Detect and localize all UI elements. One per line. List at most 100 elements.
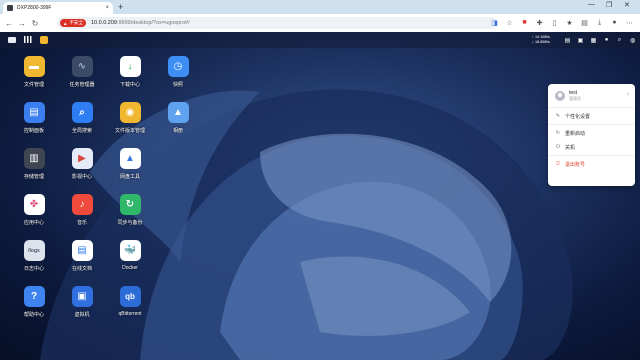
user-profile[interactable]: test 管理员 › [548, 84, 635, 106]
desktop-app[interactable]: ✤ 应用中心 [10, 192, 58, 238]
show-desktop-icon[interactable] [8, 37, 16, 43]
download-speed: ↓ 18.86B/s [532, 40, 550, 44]
menu-item-label: 关机 [565, 144, 576, 151]
app-label: 帮助中心 [23, 312, 44, 318]
address-bar[interactable]: ▲ 不安全 10.0.0.209 :9999/desktop/?os=ugosp… [57, 17, 497, 29]
minimize-button[interactable]: — [588, 1, 595, 8]
desktop-app[interactable]: ♪ 音乐 [58, 192, 106, 238]
desktop-app[interactable]: ▤ 控制面板 [10, 100, 58, 146]
empty-slot [154, 146, 202, 192]
user-role: 管理员 [569, 96, 581, 101]
desktop-app[interactable]: ∿ 任务管理器 [58, 54, 106, 100]
maximize-button[interactable]: ❐ [606, 1, 612, 9]
extensions-puzzle-icon[interactable]: ✚ [535, 18, 544, 27]
close-window-button[interactable]: ✕ [624, 1, 630, 9]
divider [548, 155, 635, 156]
warning-icon: ▲ [63, 20, 68, 26]
avatar [555, 91, 565, 101]
desktop-app[interactable]: ⌕ 全局搜索 [58, 100, 106, 146]
profile-icon[interactable]: ● [610, 18, 619, 27]
user-menu: test 管理员 › ✎ 个性化设置 ↻ 重新启动 ⏻ 关机 ⎋ 退出账号 [548, 84, 635, 186]
film-icon: ▶ [71, 148, 93, 169]
browser-tab[interactable]: DXP2800-399F × [3, 2, 113, 14]
document-icon: ▤ [71, 240, 93, 261]
app-label: 快照 [172, 82, 183, 88]
menu-item-label: 重新启动 [565, 130, 586, 137]
new-tab-button[interactable]: + [118, 2, 123, 12]
app-label: qBittorrent [118, 311, 142, 317]
extension-icon[interactable]: ■ [520, 18, 529, 27]
app-grid-icon[interactable] [24, 36, 32, 43]
restart-icon: ↻ [555, 130, 561, 136]
desktop-app[interactable]: ▲ 相册 [154, 100, 202, 146]
user-avatar-icon[interactable]: ◍ [629, 36, 636, 44]
bookmark-star-icon[interactable]: ☆ [505, 18, 514, 27]
app-label: 存储管理 [23, 174, 44, 180]
desktop-app[interactable]: ? 帮助中心 [10, 284, 58, 330]
storage-icon: ▥ [23, 148, 45, 169]
help-icon: ? [23, 286, 45, 307]
close-tab-icon[interactable]: × [105, 5, 109, 11]
nas-favicon [7, 5, 13, 11]
widgets-icon[interactable]: ▦ [590, 36, 597, 44]
desktop-app[interactable]: ▤ 在线文档 [58, 238, 106, 284]
app-label: 控制面板 [23, 128, 44, 134]
nas-topbar: ↑ 14.16B/s ↓ 18.86B/s ▤ ▣ ▦ ● ⌕ ◍ [0, 32, 640, 48]
desktop-app[interactable]: ▲ 网盘工具 [106, 146, 154, 192]
desktop-app[interactable]: ▶ 影视中心 [58, 146, 106, 192]
menu-item-personalize[interactable]: ✎ 个性化设置 [548, 109, 635, 123]
desktop-app[interactable]: 🐳 Docker [106, 238, 154, 284]
menu-icon[interactable]: ⋯ [625, 18, 634, 27]
menu-item-logout[interactable]: ⎋ 退出账号 [548, 157, 635, 171]
music-icon: ♪ [71, 194, 93, 215]
app-label: 同步与备份 [117, 220, 143, 226]
downloads-icon[interactable]: ⤓ [595, 18, 604, 27]
storage-status-icon[interactable]: ▣ [577, 36, 584, 44]
app-label: 文件版本管理 [114, 128, 145, 134]
file-manager-shortcut-icon[interactable] [40, 36, 48, 44]
desktop-app[interactable]: ◉ 文件版本管理 [106, 100, 154, 146]
not-secure-label: 不安全 [69, 20, 83, 25]
menu-item-label: 个性化设置 [565, 113, 591, 120]
not-secure-badge[interactable]: ▲ 不安全 [60, 19, 86, 27]
clock-icon: ◷ [167, 56, 189, 77]
desktop-app[interactable]: ▬ 文件管理 [10, 54, 58, 100]
collections-icon[interactable]: ▤ [580, 18, 589, 27]
search-icon: ⌕ [71, 102, 93, 123]
docker-icon: 🐳 [119, 240, 141, 261]
app-label: 在线文档 [71, 266, 92, 272]
desktop-app[interactable]: ↓ 下载中心 [106, 54, 154, 100]
translate-icon[interactable]: ◨ [490, 18, 499, 27]
menu-item-label: 退出账号 [565, 161, 586, 168]
chevron-right-icon: › [627, 92, 629, 98]
browser-tab-strip: DXP2800-399F × + — ❐ ✕ [0, 0, 640, 14]
empty-slot [154, 238, 202, 284]
forward-icon[interactable]: → [17, 18, 27, 28]
url-host: 10.0.0.209 [90, 20, 117, 26]
camera-icon: ◉ [119, 102, 141, 123]
desktop-app[interactable]: ▥ 存储管理 [10, 146, 58, 192]
folder-icon: ▬ [23, 56, 45, 77]
empty-slot [154, 192, 202, 238]
power-icon: ⏻ [556, 144, 560, 150]
menu-item-restart[interactable]: ↻ 重新启动 [548, 126, 635, 140]
app-label: 影视中心 [71, 174, 92, 180]
reload-icon[interactable]: ↻ [30, 18, 40, 28]
desktop-app[interactable]: ◷ 快照 [154, 54, 202, 100]
url-path: :9999/desktop/?os=ugospro#/ [116, 20, 190, 26]
menu-item-shutdown[interactable]: ⏻ 关机 [548, 140, 635, 154]
notification-bell-icon[interactable]: ● [603, 36, 610, 44]
desktop-app[interactable]: ↻ 同步与备份 [106, 192, 154, 238]
desktop-app[interactable]: /logs 日志中心 [10, 238, 58, 284]
split-view-icon[interactable]: ▯ [550, 18, 559, 27]
task-icon[interactable]: ▤ [564, 36, 571, 44]
search-icon[interactable]: ⌕ [616, 36, 623, 44]
app-label: 相册 [172, 128, 183, 134]
desktop-app[interactable]: ▣ 虚拟机 [58, 284, 106, 330]
desktop-app[interactable]: qb qBittorrent [106, 284, 154, 330]
favorites-icon[interactable]: ★ [565, 18, 574, 27]
app-label: 音乐 [76, 220, 87, 226]
app-label: 全局搜索 [71, 128, 92, 134]
back-icon[interactable]: ← [4, 18, 14, 28]
network-speed: ↑ 14.16B/s ↓ 18.86B/s [532, 35, 550, 45]
